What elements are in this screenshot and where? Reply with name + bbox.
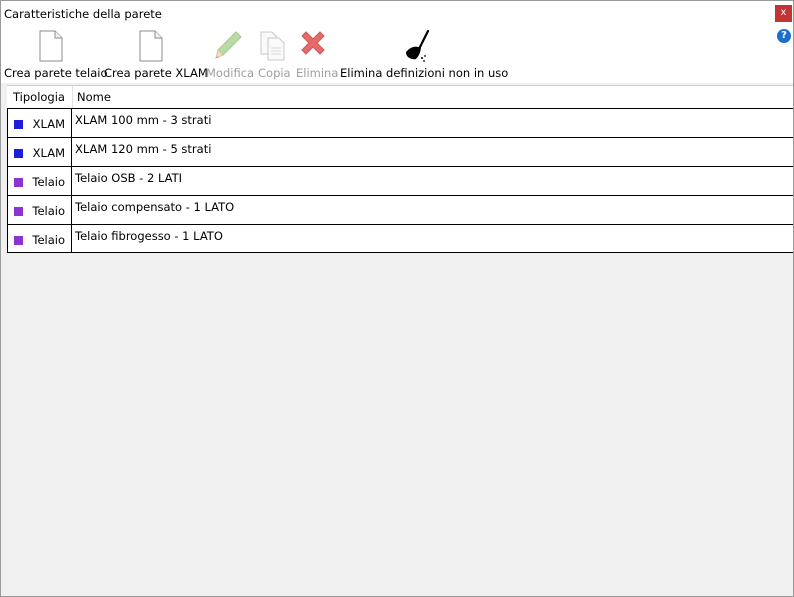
type-text: Telaio <box>32 204 65 218</box>
name-cell: Telaio compensato - 1 LATO <box>75 200 235 214</box>
window-title: Caratteristiche della parete <box>4 7 162 21</box>
new-document-icon <box>139 30 163 62</box>
remove-unused-definitions-button[interactable]: Elimina definizioni non in uso <box>337 27 508 83</box>
table-row[interactable]: Telaio Telaio OSB - 2 LATI <box>7 166 793 195</box>
create-frame-wall-label: Crea parete telaio <box>4 66 108 80</box>
type-text: XLAM <box>32 117 65 131</box>
edit-label: Modifica <box>206 66 255 80</box>
type-color-swatch <box>14 207 23 216</box>
type-cell: XLAM <box>7 109 72 137</box>
create-xlam-wall-label: Crea parete XLAM <box>104 66 208 80</box>
type-cell: XLAM <box>7 138 72 166</box>
dialog-window: Caratteristiche della parete x ? Crea pa… <box>0 0 794 597</box>
edit-button[interactable]: Modifica <box>203 27 255 83</box>
name-cell: Telaio fibrogesso - 1 LATO <box>75 229 223 243</box>
copy-label: Copia <box>258 66 291 80</box>
type-cell: Telaio <box>7 167 72 195</box>
delete-label: Elimina <box>296 66 339 80</box>
title-bar: Caratteristiche della parete x <box>1 1 793 27</box>
new-document-icon <box>39 30 63 62</box>
type-color-swatch <box>14 178 23 187</box>
name-cell: XLAM 100 mm - 3 strati <box>75 113 212 127</box>
table-row[interactable]: Telaio Telaio compensato - 1 LATO <box>7 195 793 224</box>
table-row[interactable]: XLAM XLAM 120 mm - 5 strati <box>7 137 793 166</box>
type-color-swatch <box>14 120 23 129</box>
close-button[interactable]: x <box>775 5 792 22</box>
pencil-icon <box>215 31 242 59</box>
help-icon[interactable]: ? <box>777 29 791 43</box>
type-cell: Telaio <box>7 196 72 224</box>
table-header: Tipologia Nome <box>7 86 793 108</box>
create-xlam-wall-button[interactable]: Crea parete XLAM <box>101 27 208 83</box>
copy-icon <box>260 31 285 61</box>
type-cell: Telaio <box>7 225 72 253</box>
type-color-swatch <box>14 236 23 245</box>
type-text: Telaio <box>32 175 65 189</box>
column-header-nome[interactable]: Nome <box>77 86 111 108</box>
copy-button[interactable]: Copia <box>255 27 293 83</box>
name-cell: XLAM 120 mm - 5 strati <box>75 142 212 156</box>
wall-types-table: Tipologia Nome XLAM XLAM 100 mm - 3 stra… <box>7 85 793 253</box>
column-separator[interactable] <box>72 86 73 108</box>
remove-unused-definitions-label: Elimina definizioni non in uso <box>340 66 509 80</box>
table-bottom-border <box>7 252 793 253</box>
table-row[interactable]: Telaio Telaio fibrogesso - 1 LATO <box>7 224 793 253</box>
column-header-tipologia[interactable]: Tipologia <box>13 86 65 108</box>
type-text: Telaio <box>32 233 65 247</box>
delete-button[interactable]: Elimina <box>293 27 339 83</box>
create-frame-wall-button[interactable]: Crea parete telaio <box>1 27 107 83</box>
table-row[interactable]: XLAM XLAM 100 mm - 3 strati <box>7 108 793 137</box>
type-text: XLAM <box>32 146 65 160</box>
broom-icon <box>406 29 430 62</box>
toolbar: ? Crea parete telaio Crea parete XLAM Mo… <box>1 27 793 83</box>
type-color-swatch <box>14 149 23 158</box>
delete-x-icon <box>301 31 325 55</box>
name-cell: Telaio OSB - 2 LATI <box>75 171 183 185</box>
